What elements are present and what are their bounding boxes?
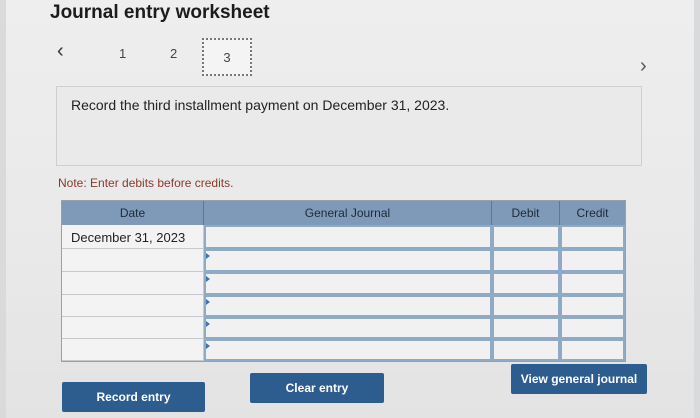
date-cell-row-2[interactable] bbox=[62, 249, 204, 272]
date-cell-row-6[interactable] bbox=[62, 339, 204, 361]
step-tab-3-active[interactable]: 3 bbox=[202, 38, 252, 76]
date-cell-row-4[interactable] bbox=[62, 295, 204, 317]
journal-entry-worksheet: Journal entry worksheet ‹ 1 2 3 › Record… bbox=[6, 0, 694, 418]
chevron-right-icon[interactable]: › bbox=[640, 55, 647, 78]
note-text: Note: Enter debits before credits. bbox=[58, 176, 234, 190]
account-input-row-6[interactable] bbox=[204, 339, 492, 361]
credit-input-row-2[interactable] bbox=[560, 249, 625, 272]
debit-input-row-6[interactable] bbox=[492, 339, 560, 361]
header-credit: Credit bbox=[560, 201, 625, 225]
step-3-label: 3 bbox=[223, 49, 231, 65]
date-cell-row-5[interactable] bbox=[62, 317, 204, 339]
chevron-left-icon[interactable]: ‹ bbox=[57, 40, 64, 63]
date-cell-row-1[interactable]: December 31, 2023 bbox=[62, 225, 204, 249]
debit-input-row-1[interactable] bbox=[492, 225, 560, 249]
date-value: December 31, 2023 bbox=[71, 230, 186, 245]
clear-entry-button[interactable]: Clear entry bbox=[250, 373, 384, 403]
credit-input-row-6[interactable] bbox=[560, 339, 625, 361]
debit-input-row-4[interactable] bbox=[492, 295, 560, 317]
step-tab-1[interactable]: 1 bbox=[119, 46, 126, 61]
instruction-text: Record the third installment payment on … bbox=[71, 97, 450, 113]
account-input-row-1[interactable] bbox=[204, 225, 492, 249]
row-marker bbox=[206, 253, 210, 259]
header-debit: Debit bbox=[492, 201, 560, 225]
debit-input-row-5[interactable] bbox=[492, 317, 560, 339]
record-entry-button[interactable]: Record entry bbox=[62, 382, 205, 412]
row-marker bbox=[206, 276, 210, 282]
journal-table: Date General Journal Debit Credit Decemb… bbox=[61, 200, 626, 362]
account-input-row-5[interactable] bbox=[204, 317, 492, 339]
row-marker bbox=[206, 299, 210, 305]
credit-input-row-5[interactable] bbox=[560, 317, 625, 339]
account-input-row-2[interactable] bbox=[204, 249, 492, 272]
credit-input-row-3[interactable] bbox=[560, 272, 625, 295]
account-input-row-4[interactable] bbox=[204, 295, 492, 317]
date-cell-row-3[interactable] bbox=[62, 272, 204, 295]
credit-input-row-1[interactable] bbox=[560, 225, 625, 249]
header-date: Date bbox=[62, 201, 204, 225]
worksheet-title: Journal entry worksheet bbox=[50, 2, 270, 23]
step-tab-2[interactable]: 2 bbox=[170, 46, 177, 61]
credit-input-row-4[interactable] bbox=[560, 295, 625, 317]
view-general-journal-button[interactable]: View general journal bbox=[511, 364, 647, 394]
header-general-journal: General Journal bbox=[204, 201, 492, 225]
debit-input-row-3[interactable] bbox=[492, 272, 560, 295]
row-marker bbox=[206, 321, 210, 327]
account-input-row-3[interactable] bbox=[204, 272, 492, 295]
row-marker bbox=[206, 343, 210, 349]
instruction-panel: Record the third installment payment on … bbox=[56, 86, 642, 166]
debit-input-row-2[interactable] bbox=[492, 249, 560, 272]
